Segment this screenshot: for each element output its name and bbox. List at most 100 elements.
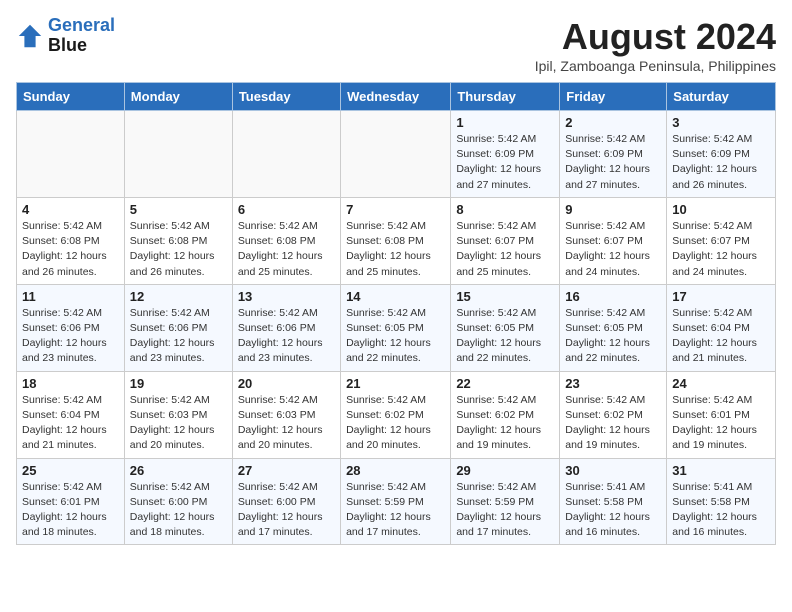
logo-text: GeneralBlue — [48, 16, 115, 56]
day-info: Sunrise: 5:42 AM Sunset: 6:01 PM Dayligh… — [672, 393, 770, 454]
month-year: August 2024 — [535, 16, 776, 58]
day-info: Sunrise: 5:42 AM Sunset: 6:04 PM Dayligh… — [22, 393, 119, 454]
day-info: Sunrise: 5:42 AM Sunset: 6:03 PM Dayligh… — [238, 393, 335, 454]
logo: GeneralBlue — [16, 16, 115, 56]
day-info: Sunrise: 5:42 AM Sunset: 6:02 PM Dayligh… — [565, 393, 661, 454]
day-number: 21 — [346, 376, 445, 391]
calendar-cell: 31 Sunrise: 5:41 AM Sunset: 5:58 PM Dayli… — [667, 458, 776, 545]
calendar-cell: 30Sunrise: 5:41 AM Sunset: 5:58 PM Dayli… — [560, 458, 667, 545]
calendar-cell: 21 Sunrise: 5:42 AM Sunset: 6:02 PM Dayli… — [341, 371, 451, 458]
day-info: Sunrise: 5:42 AM Sunset: 6:09 PM Dayligh… — [565, 132, 661, 193]
calendar-cell: 6 Sunrise: 5:42 AM Sunset: 6:08 PM Daylig… — [232, 197, 340, 284]
day-number: 14 — [346, 289, 445, 304]
day-number: 26 — [130, 463, 227, 478]
day-info: Sunrise: 5:42 AM Sunset: 5:59 PM Dayligh… — [456, 480, 554, 541]
logo-icon — [16, 22, 44, 50]
calendar-cell: 5 Sunrise: 5:42 AM Sunset: 6:08 PM Daylig… — [124, 197, 232, 284]
calendar-cell: 9 Sunrise: 5:42 AM Sunset: 6:07 PM Daylig… — [560, 197, 667, 284]
calendar-cell — [17, 111, 125, 198]
day-info: Sunrise: 5:42 AM Sunset: 6:05 PM Dayligh… — [565, 306, 661, 367]
calendar-cell: 2 Sunrise: 5:42 AM Sunset: 6:09 PM Daylig… — [560, 111, 667, 198]
weekday-thursday: Thursday — [451, 83, 560, 111]
day-number: 10 — [672, 202, 770, 217]
day-number: 31 — [672, 463, 770, 478]
day-number: 22 — [456, 376, 554, 391]
calendar-cell: 12 Sunrise: 5:42 AM Sunset: 6:06 PM Dayli… — [124, 284, 232, 371]
calendar-week-4: 18 Sunrise: 5:42 AM Sunset: 6:04 PM Dayli… — [17, 371, 776, 458]
weekday-monday: Monday — [124, 83, 232, 111]
day-info: Sunrise: 5:42 AM Sunset: 6:07 PM Dayligh… — [456, 219, 554, 280]
calendar-cell: 20 Sunrise: 5:42 AM Sunset: 6:03 PM Dayli… — [232, 371, 340, 458]
day-number: 1 — [456, 115, 554, 130]
day-number: 25 — [22, 463, 119, 478]
calendar-week-5: 25Sunrise: 5:42 AM Sunset: 6:01 PM Dayli… — [17, 458, 776, 545]
weekday-header-row: SundayMondayTuesdayWednesdayThursdayFrid… — [17, 83, 776, 111]
calendar-cell: 7 Sunrise: 5:42 AM Sunset: 6:08 PM Daylig… — [341, 197, 451, 284]
calendar-cell: 25Sunrise: 5:42 AM Sunset: 6:01 PM Dayli… — [17, 458, 125, 545]
calendar-cell: 1 Sunrise: 5:42 AM Sunset: 6:09 PM Daylig… — [451, 111, 560, 198]
day-number: 16 — [565, 289, 661, 304]
day-info: Sunrise: 5:42 AM Sunset: 6:03 PM Dayligh… — [130, 393, 227, 454]
day-info: Sunrise: 5:42 AM Sunset: 6:09 PM Dayligh… — [456, 132, 554, 193]
calendar-cell: 23 Sunrise: 5:42 AM Sunset: 6:02 PM Dayli… — [560, 371, 667, 458]
day-number: 2 — [565, 115, 661, 130]
calendar-cell: 24Sunrise: 5:42 AM Sunset: 6:01 PM Dayli… — [667, 371, 776, 458]
weekday-saturday: Saturday — [667, 83, 776, 111]
day-info: Sunrise: 5:42 AM Sunset: 6:05 PM Dayligh… — [346, 306, 445, 367]
calendar-cell — [341, 111, 451, 198]
day-info: Sunrise: 5:42 AM Sunset: 6:00 PM Dayligh… — [238, 480, 335, 541]
day-number: 17 — [672, 289, 770, 304]
calendar-week-1: 1 Sunrise: 5:42 AM Sunset: 6:09 PM Daylig… — [17, 111, 776, 198]
day-number: 15 — [456, 289, 554, 304]
calendar-cell: 14 Sunrise: 5:42 AM Sunset: 6:05 PM Dayli… — [341, 284, 451, 371]
calendar-body: 1 Sunrise: 5:42 AM Sunset: 6:09 PM Daylig… — [17, 111, 776, 545]
calendar-cell: 15 Sunrise: 5:42 AM Sunset: 6:05 PM Dayli… — [451, 284, 560, 371]
day-info: Sunrise: 5:42 AM Sunset: 6:00 PM Dayligh… — [130, 480, 227, 541]
day-info: Sunrise: 5:42 AM Sunset: 6:08 PM Dayligh… — [346, 219, 445, 280]
day-number: 12 — [130, 289, 227, 304]
day-info: Sunrise: 5:42 AM Sunset: 6:07 PM Dayligh… — [672, 219, 770, 280]
calendar-week-3: 11Sunrise: 5:42 AM Sunset: 6:06 PM Dayli… — [17, 284, 776, 371]
calendar-cell: 22Sunrise: 5:42 AM Sunset: 6:02 PM Dayli… — [451, 371, 560, 458]
day-number: 29 — [456, 463, 554, 478]
day-info: Sunrise: 5:42 AM Sunset: 6:09 PM Dayligh… — [672, 132, 770, 193]
calendar-cell: 4Sunrise: 5:42 AM Sunset: 6:08 PM Daylig… — [17, 197, 125, 284]
calendar-cell: 17 Sunrise: 5:42 AM Sunset: 6:04 PM Dayli… — [667, 284, 776, 371]
day-number: 7 — [346, 202, 445, 217]
day-number: 5 — [130, 202, 227, 217]
day-info: Sunrise: 5:42 AM Sunset: 6:06 PM Dayligh… — [130, 306, 227, 367]
calendar-cell: 18 Sunrise: 5:42 AM Sunset: 6:04 PM Dayli… — [17, 371, 125, 458]
calendar-cell: 16 Sunrise: 5:42 AM Sunset: 6:05 PM Dayli… — [560, 284, 667, 371]
calendar-cell: 8Sunrise: 5:42 AM Sunset: 6:07 PM Daylig… — [451, 197, 560, 284]
calendar-cell: 26 Sunrise: 5:42 AM Sunset: 6:00 PM Dayli… — [124, 458, 232, 545]
calendar-cell: 28 Sunrise: 5:42 AM Sunset: 5:59 PM Dayli… — [341, 458, 451, 545]
weekday-wednesday: Wednesday — [341, 83, 451, 111]
day-info: Sunrise: 5:42 AM Sunset: 6:07 PM Dayligh… — [565, 219, 661, 280]
day-info: Sunrise: 5:41 AM Sunset: 5:58 PM Dayligh… — [565, 480, 661, 541]
day-info: Sunrise: 5:42 AM Sunset: 6:08 PM Dayligh… — [130, 219, 227, 280]
day-info: Sunrise: 5:42 AM Sunset: 6:08 PM Dayligh… — [22, 219, 119, 280]
calendar-cell: 27 Sunrise: 5:42 AM Sunset: 6:00 PM Dayli… — [232, 458, 340, 545]
day-number: 6 — [238, 202, 335, 217]
day-info: Sunrise: 5:42 AM Sunset: 6:02 PM Dayligh… — [346, 393, 445, 454]
day-number: 20 — [238, 376, 335, 391]
calendar-cell: 10 Sunrise: 5:42 AM Sunset: 6:07 PM Dayli… — [667, 197, 776, 284]
day-number: 27 — [238, 463, 335, 478]
calendar-cell — [124, 111, 232, 198]
calendar-table: SundayMondayTuesdayWednesdayThursdayFrid… — [16, 82, 776, 545]
day-number: 23 — [565, 376, 661, 391]
day-info: Sunrise: 5:42 AM Sunset: 5:59 PM Dayligh… — [346, 480, 445, 541]
calendar-cell: 13Sunrise: 5:42 AM Sunset: 6:06 PM Dayli… — [232, 284, 340, 371]
day-info: Sunrise: 5:42 AM Sunset: 6:04 PM Dayligh… — [672, 306, 770, 367]
day-info: Sunrise: 5:42 AM Sunset: 6:08 PM Dayligh… — [238, 219, 335, 280]
weekday-sunday: Sunday — [17, 83, 125, 111]
day-number: 9 — [565, 202, 661, 217]
day-info: Sunrise: 5:42 AM Sunset: 6:05 PM Dayligh… — [456, 306, 554, 367]
day-number: 19 — [130, 376, 227, 391]
day-info: Sunrise: 5:41 AM Sunset: 5:58 PM Dayligh… — [672, 480, 770, 541]
day-number: 28 — [346, 463, 445, 478]
day-number: 18 — [22, 376, 119, 391]
title-block: August 2024 Ipil, Zamboanga Peninsula, P… — [535, 16, 776, 74]
calendar-cell: 3Sunrise: 5:42 AM Sunset: 6:09 PM Daylig… — [667, 111, 776, 198]
page-header: GeneralBlue August 2024 Ipil, Zamboanga … — [16, 16, 776, 74]
